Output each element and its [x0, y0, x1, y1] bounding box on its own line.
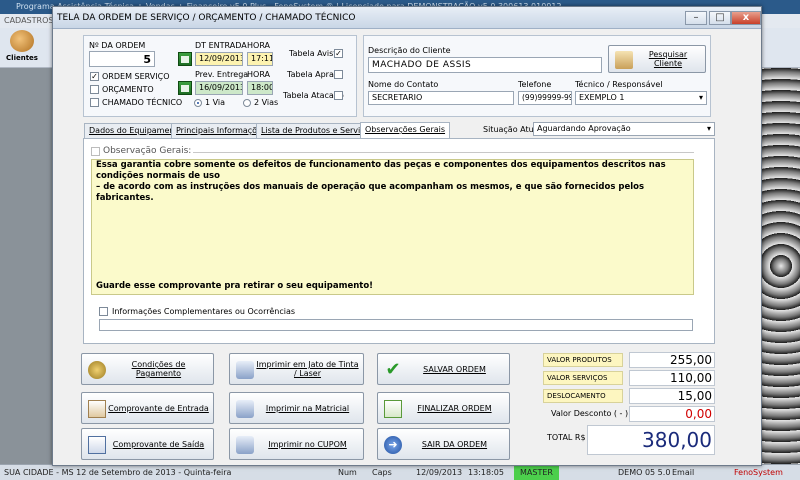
forecast-date-label: Prev. Entrega [195, 70, 249, 79]
two-copies-radio[interactable] [243, 99, 251, 107]
observations-label: Observação Gerais: [103, 146, 192, 156]
services-total-value: 110,00 [629, 370, 715, 386]
app-wallpaper [762, 68, 800, 464]
entry-hour-field[interactable]: 17:11 [247, 52, 273, 66]
client-desc-field[interactable]: MACHADO DE ASSIS [368, 57, 602, 73]
service-order-window: TELA DA ORDEM DE SERVIÇO / ORÇAMENTO / C… [52, 6, 762, 466]
services-total-label: VALOR SERVIÇOS [543, 371, 623, 385]
status-email[interactable]: Email [672, 465, 694, 480]
printer-icon [236, 436, 254, 454]
order-service-label: ORDEM SERVIÇO [102, 72, 170, 81]
forecast-hour-label: HORA [247, 70, 271, 79]
situation-select[interactable]: Aguardando Aprovação ▾ [533, 122, 715, 136]
status-brand: FenoSystem [734, 468, 783, 477]
search-client-icon [615, 51, 633, 69]
status-num: Num [338, 468, 357, 477]
coins-icon [88, 361, 106, 379]
exit-arrow-icon: ➜ [384, 436, 402, 454]
status-time: 13:18:05 [468, 468, 504, 477]
one-copy-radio[interactable] [194, 99, 202, 107]
search-client-button[interactable]: Pesquisar Cliente [608, 45, 706, 73]
print-coupon-button[interactable]: Imprimir no CUPOM [229, 428, 364, 460]
phone-field[interactable]: (99)99999-9999 [518, 91, 572, 105]
contact-field[interactable]: SECRETARIO [368, 91, 514, 105]
forecast-date-field[interactable]: 16/09/2013 [195, 81, 243, 95]
maximize-button[interactable]: □ [709, 11, 731, 25]
chevron-down-icon: ▾ [706, 124, 711, 133]
table-aprazo-checkbox[interactable] [334, 70, 343, 79]
forecast-hour-field[interactable]: 18:00 [247, 81, 273, 95]
entry-date-field[interactable]: 12/09/2013 [195, 52, 243, 66]
check-icon: ✔ [385, 359, 401, 380]
tab-observations[interactable]: Observações Gerais [360, 122, 451, 138]
document-icon [88, 400, 106, 418]
clients-toolbar-button[interactable]: Clientes [4, 30, 40, 66]
app-statusbar: SUA CIDADE - MS 12 de Setembro de 2013 -… [0, 464, 800, 480]
client-desc-label: Descrição do Cliente [368, 46, 451, 55]
one-copy-label: 1 Via [205, 98, 226, 107]
order-number-label: Nº DA ORDEM [89, 41, 146, 50]
observation-line-1: Essa garantia cobre somente os defeitos … [96, 160, 666, 181]
window-title: TELA DA ORDEM DE SERVIÇO / ORÇAMENTO / C… [53, 7, 761, 29]
technical-call-checkbox[interactable] [90, 98, 99, 107]
table-atacado-checkbox[interactable] [334, 91, 343, 100]
grand-total-label: TOTAL R$ [547, 433, 586, 442]
payment-conditions-button[interactable]: Condições de Pagamento [81, 353, 214, 385]
travel-total-value: 15,00 [629, 388, 715, 404]
printer-icon [236, 400, 254, 418]
finish-order-button[interactable]: FINALIZAR ORDEM [377, 392, 510, 424]
order-service-checkbox[interactable]: ✓ [90, 72, 99, 81]
status-city: SUA CIDADE - MS 12 de Setembro de 2013 -… [4, 468, 232, 477]
grand-total-value: 380,00 [587, 425, 715, 455]
two-copies-label: 2 Vias [254, 98, 279, 107]
table-avista-checkbox[interactable]: ✓ [334, 49, 343, 58]
status-caps: Caps [372, 468, 392, 477]
entry-hour-label: HORA [247, 41, 271, 50]
status-user: MASTER [514, 465, 559, 480]
entry-receipt-button[interactable]: Comprovante de Entrada [81, 392, 214, 424]
save-order-button[interactable]: ✔ SALVAR ORDEM [377, 353, 510, 385]
observations-checkbox[interactable] [91, 147, 100, 156]
extra-info-checkbox[interactable] [99, 307, 108, 316]
extra-info-field[interactable] [99, 319, 693, 331]
document-out-icon [88, 436, 106, 454]
entry-calendar-icon[interactable] [178, 52, 192, 66]
order-number-field[interactable]: 5 [89, 51, 155, 67]
travel-total-label: DESLOCAMENTO [543, 389, 623, 403]
discount-label: Valor Desconto ( - ) [551, 409, 629, 418]
finish-document-icon [384, 400, 402, 418]
technician-label: Técnico / Responsável [575, 80, 663, 89]
observations-divider [193, 152, 694, 153]
print-inkjet-button[interactable]: Imprimir em Jato de Tinta / Laser [229, 353, 364, 385]
chevron-down-icon: ▾ [698, 93, 703, 102]
menu-cadastros[interactable]: CADASTROS [4, 16, 53, 25]
exit-receipt-button[interactable]: Comprovante de Saída [81, 428, 214, 460]
observations-textarea[interactable]: Essa garantia cobre somente os defeitos … [91, 159, 694, 295]
observation-line-3: Guarde esse comprovante pra retirar o se… [96, 281, 374, 291]
extra-info-label: Informações Complementares ou Ocorrência… [112, 307, 296, 316]
exit-order-button[interactable]: ➜ SAIR DA ORDEM [377, 428, 510, 460]
products-total-label: VALOR PRODUTOS [543, 353, 623, 367]
print-matrix-button[interactable]: Imprimir na Matricial [229, 392, 364, 424]
app-left-area [0, 68, 52, 464]
phone-label: Telefone [518, 80, 552, 89]
budget-label: ORÇAMENTO [102, 85, 154, 94]
technician-select[interactable]: EXEMPLO 1 ▾ [575, 91, 707, 105]
printer-icon [236, 361, 254, 379]
status-date: 12/09/2013 [416, 468, 463, 477]
products-total-value: 255,00 [629, 352, 715, 368]
observation-line-2: – de acordo com as instruções dos manuai… [96, 182, 645, 203]
status-demo: DEMO 05 5.0 [618, 468, 671, 477]
budget-checkbox[interactable] [90, 85, 99, 94]
minimize-button[interactable]: – [685, 11, 707, 25]
discount-field[interactable]: 0,00 [629, 406, 715, 422]
close-button[interactable]: x [731, 11, 761, 25]
technical-call-label: CHAMADO TÉCNICO [102, 98, 183, 107]
forecast-calendar-icon[interactable] [178, 81, 192, 95]
contact-label: Nome do Contato [368, 80, 439, 89]
clients-icon [10, 30, 34, 52]
entry-date-label: DT ENTRADA [195, 41, 247, 50]
